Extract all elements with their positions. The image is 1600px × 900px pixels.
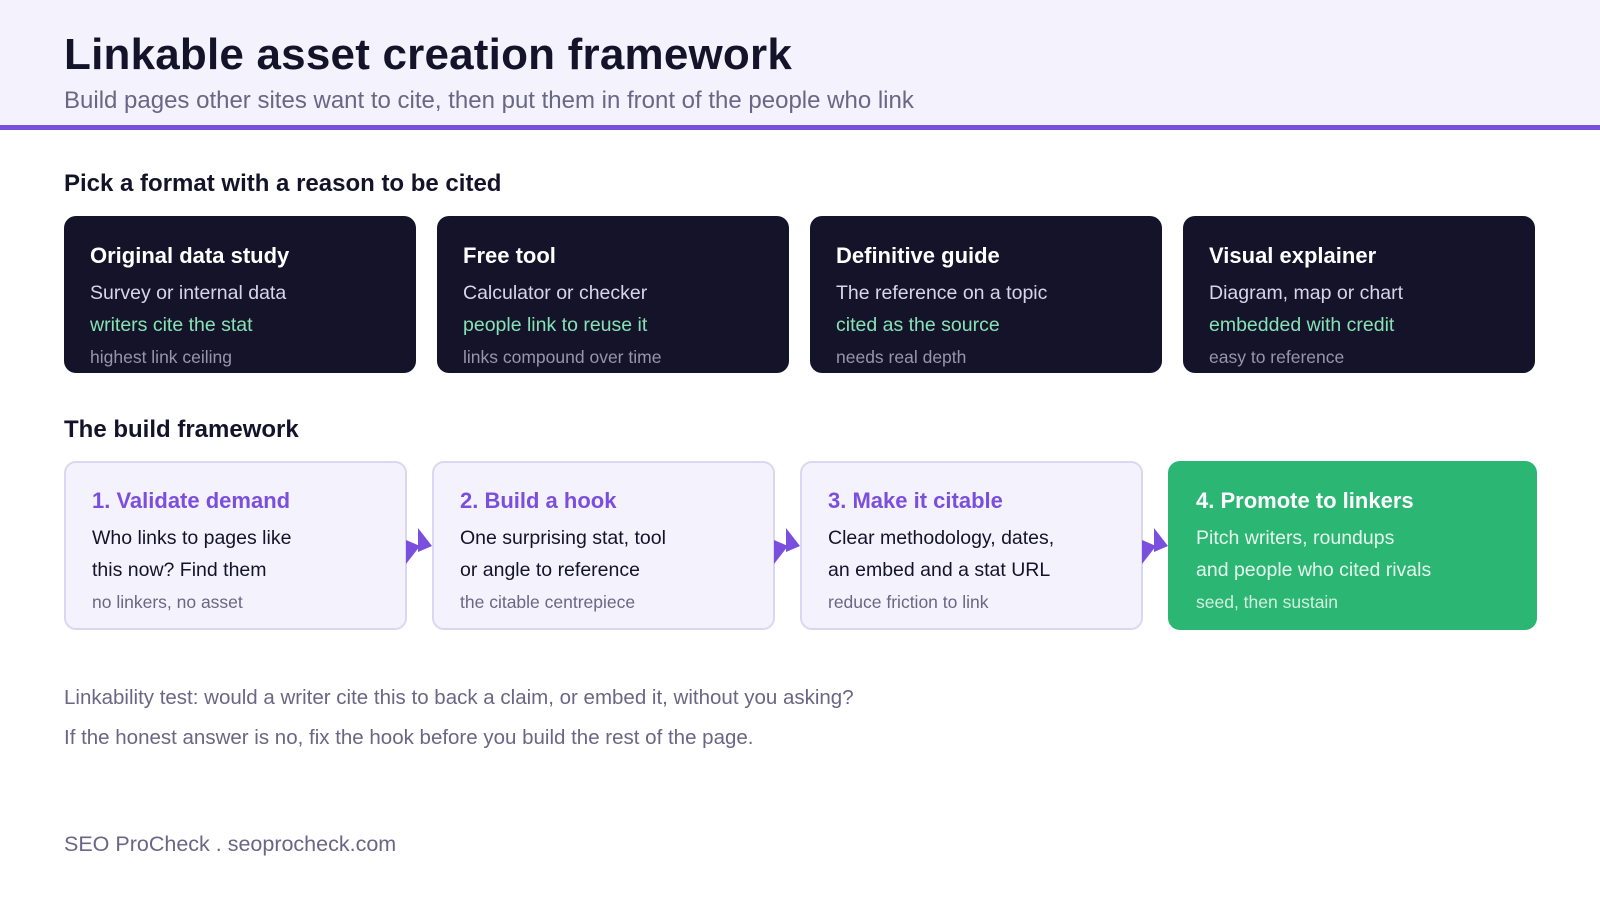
format-card-definitive-guide: Definitive guide The reference on a topi… <box>810 216 1162 373</box>
page: Linkable asset creation framework Build … <box>0 0 1600 900</box>
arrow-right-icon <box>774 528 800 564</box>
step-title: 3. Make it citable <box>828 488 1003 513</box>
step-card-validate-demand: 1. Validate demand Who links to pages li… <box>64 461 407 630</box>
format-card-description: Survey or internal data <box>90 282 287 304</box>
format-card-description: Calculator or checker <box>463 282 648 304</box>
step-note: the citable centrepiece <box>460 592 636 612</box>
framework-heading: The build framework <box>64 416 299 443</box>
format-card-free-tool: Free tool Calculator or checker people l… <box>437 216 789 373</box>
step-title: 2. Build a hook <box>460 488 617 513</box>
footer-brand: SEO ProCheck . seoprocheck.com <box>64 832 397 856</box>
format-card-benefit: embedded with credit <box>1209 314 1395 336</box>
format-card-title: Original data study <box>90 243 290 268</box>
formats-heading: Pick a format with a reason to be cited <box>64 170 502 197</box>
step-card-promote-linkers: 4. Promote to linkers Pitch writers, rou… <box>1168 461 1537 630</box>
format-card-note: easy to reference <box>1209 347 1345 367</box>
format-card-title: Free tool <box>463 243 556 268</box>
step-description-line: Clear methodology, dates, <box>828 527 1055 549</box>
format-card-note: needs real depth <box>836 347 967 367</box>
step-title: 4. Promote to linkers <box>1196 488 1414 513</box>
step-description-line: Pitch writers, roundups <box>1196 527 1395 549</box>
format-card-data-study: Original data study Survey or internal d… <box>64 216 416 373</box>
format-card-title: Visual explainer <box>1209 243 1377 268</box>
linkability-test-note: Linkability test: would a writer cite th… <box>64 686 854 709</box>
format-card-benefit: cited as the source <box>836 314 1000 336</box>
step-title: 1. Validate demand <box>92 488 291 513</box>
arrow-right-icon <box>406 528 432 564</box>
step-description-line: an embed and a stat URL <box>828 559 1051 581</box>
step-description-line: this now? Find them <box>92 559 267 581</box>
header-band: Linkable asset creation framework Build … <box>0 0 1600 130</box>
page-title: Linkable asset creation framework <box>64 30 793 79</box>
format-card-benefit: people link to reuse it <box>463 314 648 336</box>
step-description-line: and people who cited rivals <box>1196 559 1432 581</box>
format-card-note: highest link ceiling <box>90 347 233 367</box>
step-note: reduce friction to link <box>828 592 989 612</box>
arrow-right-icon <box>1142 528 1168 564</box>
format-card-description: Diagram, map or chart <box>1209 282 1403 304</box>
step-description-line: One surprising stat, tool <box>460 527 666 549</box>
step-note: no linkers, no asset <box>92 592 243 612</box>
step-note: seed, then sustain <box>1196 592 1339 612</box>
format-card-note: links compound over time <box>463 347 662 367</box>
format-card-description: The reference on a topic <box>836 282 1048 304</box>
format-card-visual-explainer: Visual explainer Diagram, map or chart e… <box>1183 216 1535 373</box>
page-subtitle: Build pages other sites want to cite, th… <box>64 87 914 114</box>
format-card-title: Definitive guide <box>836 243 1000 268</box>
step-description-line: Who links to pages like <box>92 527 292 549</box>
format-card-benefit: writers cite the stat <box>90 314 253 336</box>
step-card-build-hook: 2. Build a hook One surprising stat, too… <box>432 461 775 630</box>
linkability-advice-note: If the honest answer is no, fix the hook… <box>64 726 754 749</box>
step-description-line: or angle to reference <box>460 559 640 581</box>
step-card-make-citable: 3. Make it citable Clear methodology, da… <box>800 461 1143 630</box>
